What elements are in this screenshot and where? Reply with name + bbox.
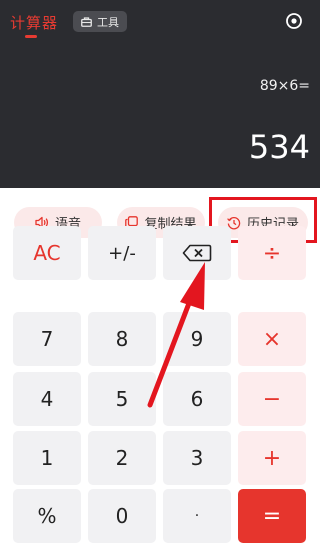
toolbox-icon <box>81 16 92 27</box>
key-9[interactable]: 9 <box>163 312 231 366</box>
key-sign-toggle[interactable]: +/- <box>88 226 156 280</box>
tools-tab-label: 工具 <box>97 15 119 29</box>
key-multiply[interactable]: × <box>238 312 306 366</box>
key-3[interactable]: 3 <box>163 431 231 485</box>
key-ac[interactable]: AC <box>13 226 81 280</box>
key-1[interactable]: 1 <box>13 431 81 485</box>
tab-tools[interactable]: 工具 <box>73 11 127 32</box>
result-text: 534 <box>248 128 310 166</box>
key-backspace[interactable] <box>163 226 231 280</box>
key-decimal[interactable]: · <box>163 489 231 543</box>
key-plus[interactable]: + <box>238 431 306 485</box>
tab-calculator[interactable]: 计算器 <box>10 12 58 33</box>
display-panel: 计算器 工具 89×6= 534 <box>0 0 320 188</box>
key-equals[interactable]: = <box>238 489 306 543</box>
key-percent[interactable]: % <box>13 489 81 543</box>
key-6[interactable]: 6 <box>163 372 231 426</box>
key-8[interactable]: 8 <box>88 312 156 366</box>
key-4[interactable]: 4 <box>13 372 81 426</box>
backspace-icon <box>182 244 212 262</box>
expression-text: 89×6= <box>259 78 310 94</box>
key-2[interactable]: 2 <box>88 431 156 485</box>
key-5[interactable]: 5 <box>88 372 156 426</box>
key-7[interactable]: 7 <box>13 312 81 366</box>
key-minus[interactable]: − <box>238 372 306 426</box>
key-0[interactable]: 0 <box>88 489 156 543</box>
gear-icon[interactable] <box>285 12 303 30</box>
active-tab-indicator <box>25 35 37 38</box>
key-divide[interactable]: ÷ <box>238 226 306 280</box>
